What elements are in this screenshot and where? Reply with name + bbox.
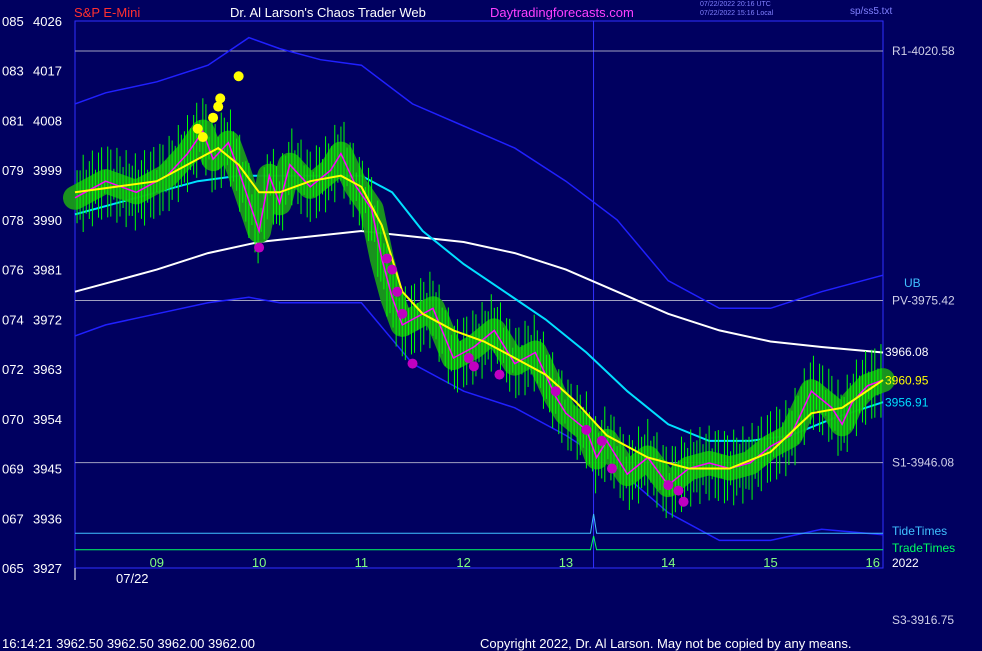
low-dot bbox=[673, 485, 684, 496]
end-label-mid: 3956.91 bbox=[885, 396, 929, 410]
low-dot bbox=[397, 308, 408, 319]
low-dot bbox=[678, 496, 689, 507]
y-tick-code: 078 bbox=[2, 213, 24, 228]
y-tick-price: 3945 bbox=[33, 462, 62, 477]
y-tick-price: 3963 bbox=[33, 362, 62, 377]
y-tick-code: 081 bbox=[2, 113, 24, 128]
level-label-s1: S1-3946.08 bbox=[892, 456, 954, 470]
x-tick-label: 12 bbox=[456, 555, 470, 570]
level-label-r1: R1-4020.58 bbox=[892, 44, 955, 58]
low-dot bbox=[596, 435, 607, 446]
y-tick-price: 4017 bbox=[33, 64, 62, 79]
low-dot bbox=[392, 286, 403, 297]
x-tick-label: 14 bbox=[661, 555, 675, 570]
y-tick-price: 3990 bbox=[33, 213, 62, 228]
y-tick-code: 072 bbox=[2, 362, 24, 377]
ub-label: UB bbox=[904, 276, 921, 290]
last-quote: 16:14:21 3962.50 3962.50 3962.00 3962.00 bbox=[2, 636, 256, 651]
high-dot bbox=[192, 123, 203, 134]
low-dot bbox=[468, 361, 479, 372]
plot-frame bbox=[74, 20, 884, 569]
data-file: sp/ss5.txt bbox=[850, 6, 893, 17]
y-tick-code: 083 bbox=[2, 64, 24, 79]
y-tick-code: 076 bbox=[2, 263, 24, 278]
low-dot bbox=[494, 369, 505, 380]
low-dot bbox=[663, 480, 674, 491]
upper-band-line bbox=[74, 36, 884, 310]
y-tick-code: 069 bbox=[2, 462, 24, 477]
y-tick-price: 3981 bbox=[33, 263, 62, 278]
y-tick-code: 085 bbox=[2, 14, 24, 29]
tide-times-line bbox=[75, 513, 883, 534]
year-label: 2022 bbox=[892, 556, 919, 570]
x-tick-label: 10 bbox=[252, 555, 266, 570]
level-label-s3: S3-3916.75 bbox=[892, 613, 954, 627]
x-tick-label: 15 bbox=[763, 555, 777, 570]
copyright: Copyright 2022, Dr. Al Larson. May not b… bbox=[480, 636, 852, 651]
utc-time: 07/22/2022 20:16 UTC bbox=[700, 1, 771, 8]
chart-title: Dr. Al Larson's Chaos Trader Web bbox=[230, 5, 426, 20]
y-tick-code: 079 bbox=[2, 163, 24, 178]
x-tick-label: 09 bbox=[150, 555, 164, 570]
end-label-slow: 3966.08 bbox=[885, 345, 929, 359]
trade-times-label: TradeTimes bbox=[892, 541, 955, 555]
trade-times-line bbox=[75, 535, 883, 551]
x-tick-label: 13 bbox=[559, 555, 573, 570]
y-tick-price: 3954 bbox=[33, 412, 62, 427]
low-dot bbox=[550, 386, 561, 397]
site-link[interactable]: Daytradingforecasts.com bbox=[490, 5, 634, 20]
y-tick-price: 3999 bbox=[33, 163, 62, 178]
y-tick-price: 4026 bbox=[33, 14, 62, 29]
low-dot bbox=[463, 353, 474, 364]
low-dot bbox=[581, 424, 592, 435]
low-dot bbox=[407, 358, 418, 369]
high-dot bbox=[208, 112, 219, 123]
y-tick-price: 3936 bbox=[33, 511, 62, 526]
y-tick-code: 074 bbox=[2, 312, 24, 327]
low-dot bbox=[381, 253, 392, 264]
local-time: 07/22/2022 15:16 Local bbox=[700, 10, 774, 17]
low-dot bbox=[254, 242, 265, 253]
y-tick-price: 3927 bbox=[33, 561, 62, 576]
high-dot bbox=[197, 132, 208, 143]
high-dot bbox=[233, 71, 244, 82]
y-tick-price: 4008 bbox=[33, 113, 62, 128]
chart: R1-4020.58 PV-3975.42 S1-3946.08 S3-3916.75… bbox=[2, 14, 955, 627]
high-dot bbox=[213, 101, 224, 112]
end-label-fast: 3960.95 bbox=[885, 373, 929, 387]
y-tick-price: 3972 bbox=[33, 312, 62, 327]
x-tick-label: 16 bbox=[866, 555, 880, 570]
low-dot bbox=[387, 264, 398, 275]
symbol-label: S&P E-Mini bbox=[74, 5, 141, 20]
level-label-pv: PV-3975.42 bbox=[892, 293, 955, 307]
x-tick-label: 11 bbox=[355, 555, 369, 570]
date-label: 07/22 bbox=[116, 571, 149, 586]
y-tick-code: 067 bbox=[2, 511, 24, 526]
y-tick-code: 065 bbox=[2, 561, 24, 576]
high-dot bbox=[215, 93, 226, 104]
low-dot bbox=[606, 463, 617, 474]
tide-times-label: TideTimes bbox=[892, 524, 947, 538]
y-tick-code: 070 bbox=[2, 412, 24, 427]
